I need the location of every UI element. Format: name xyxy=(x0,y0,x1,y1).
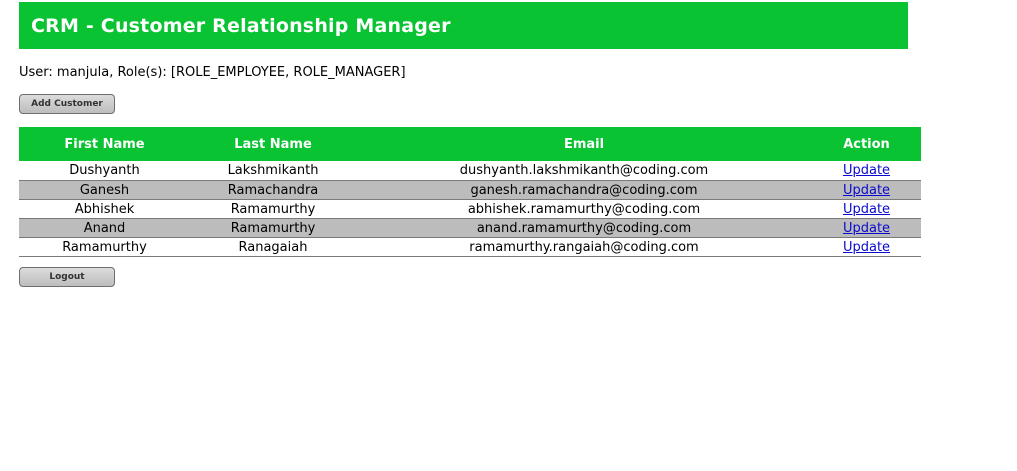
cell-first-name: Dushyanth xyxy=(19,161,190,181)
table-row: Ganesh Ramachandra ganesh.ramachandra@co… xyxy=(19,180,921,200)
update-link[interactable]: Update xyxy=(843,183,890,198)
cell-action: Update xyxy=(812,199,921,219)
table-row: Dushyanth Lakshmikanth dushyanth.lakshmi… xyxy=(19,161,921,181)
cell-email: abhishek.ramamurthy@coding.com xyxy=(356,199,812,219)
cell-first-name: Ganesh xyxy=(19,180,190,200)
cell-last-name: Ramamurthy xyxy=(190,199,356,219)
logout-button[interactable]: Logout xyxy=(19,267,115,287)
header-email: Email xyxy=(356,127,812,161)
cell-email: dushyanth.lakshmikanth@coding.com xyxy=(356,161,812,181)
table-row: Abhishek Ramamurthy abhishek.ramamurthy@… xyxy=(19,199,921,219)
cell-action: Update xyxy=(812,161,921,181)
cell-first-name: Abhishek xyxy=(19,199,190,219)
page: CRM - Customer Relationship Manager User… xyxy=(0,0,1017,471)
cell-email: anand.ramamurthy@coding.com xyxy=(356,218,812,238)
add-customer-button[interactable]: Add Customer xyxy=(19,94,115,114)
update-link[interactable]: Update xyxy=(843,202,890,217)
cell-last-name: Ramamurthy xyxy=(190,218,356,238)
cell-action: Update xyxy=(812,237,921,257)
cell-action: Update xyxy=(812,180,921,200)
cell-last-name: Ramachandra xyxy=(190,180,356,200)
table-row: Ramamurthy Ranagaiah ramamurthy.rangaiah… xyxy=(19,237,921,257)
update-link[interactable]: Update xyxy=(843,240,890,255)
table-row: Anand Ramamurthy anand.ramamurthy@coding… xyxy=(19,218,921,238)
cell-email: ramamurthy.rangaiah@coding.com xyxy=(356,237,812,257)
customer-table: First Name Last Name Email Action Dushya… xyxy=(19,127,921,257)
cell-last-name: Ranagaiah xyxy=(190,237,356,257)
page-title: CRM - Customer Relationship Manager xyxy=(31,14,451,37)
cell-email: ganesh.ramachandra@coding.com xyxy=(356,180,812,200)
table-header-row: First Name Last Name Email Action xyxy=(19,127,921,161)
header-first-name: First Name xyxy=(19,127,190,161)
header-last-name: Last Name xyxy=(190,127,356,161)
app-header: CRM - Customer Relationship Manager xyxy=(19,2,908,49)
update-link[interactable]: Update xyxy=(843,221,890,236)
user-info: User: manjula, Role(s): [ROLE_EMPLOYEE, … xyxy=(19,65,406,80)
cell-first-name: Ramamurthy xyxy=(19,237,190,257)
cell-last-name: Lakshmikanth xyxy=(190,161,356,181)
cell-action: Update xyxy=(812,218,921,238)
cell-first-name: Anand xyxy=(19,218,190,238)
update-link[interactable]: Update xyxy=(843,163,890,178)
header-action: Action xyxy=(812,127,921,161)
